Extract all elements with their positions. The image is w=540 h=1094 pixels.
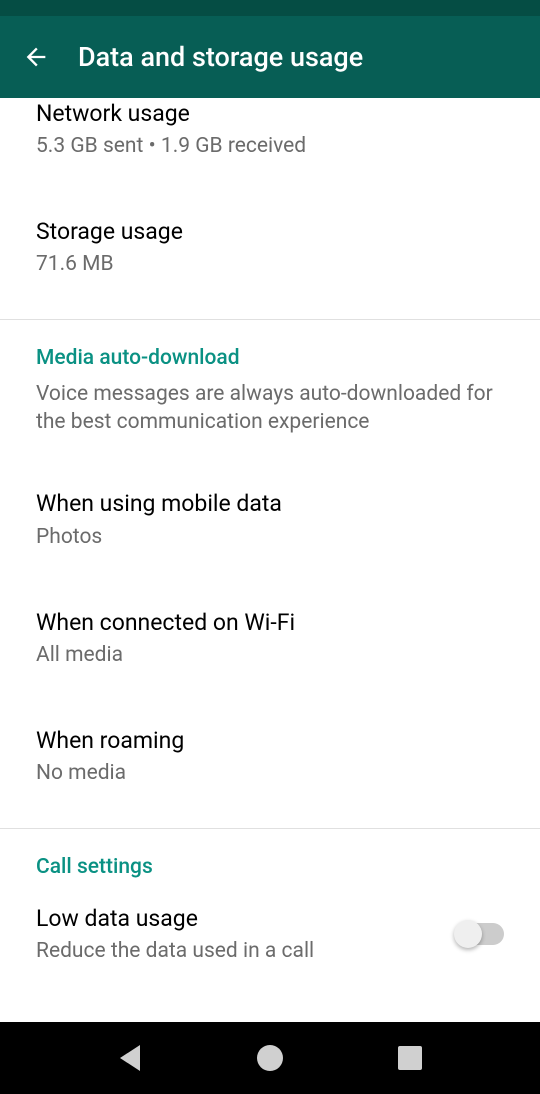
app-bar: Data and storage usage: [0, 16, 540, 98]
roaming-title: When roaming: [36, 725, 504, 756]
nav-back-button[interactable]: [115, 1043, 145, 1073]
navigation-bar: [0, 1022, 540, 1094]
media-section-description: Voice messages are always auto-downloade…: [0, 380, 540, 453]
roaming-item[interactable]: When roaming No media: [0, 711, 540, 801]
media-section-header: Media auto-download: [0, 320, 540, 380]
page-title: Data and storage usage: [78, 41, 363, 73]
arrow-left-icon: [22, 43, 50, 71]
nav-recent-button[interactable]: [395, 1043, 425, 1073]
status-bar: [0, 0, 540, 16]
square-icon: [398, 1046, 422, 1070]
content-scroll[interactable]: Network usage 5.3 GB sent • 1.9 GB recei…: [0, 98, 540, 1022]
low-data-title: Low data usage: [36, 903, 440, 934]
toggle-knob: [454, 920, 482, 948]
mobile-data-subtitle: Photos: [36, 523, 504, 551]
mobile-data-item[interactable]: When using mobile data Photos: [0, 474, 540, 564]
mobile-data-title: When using mobile data: [36, 488, 504, 519]
back-button[interactable]: [8, 29, 64, 85]
low-data-toggle[interactable]: [456, 923, 504, 945]
storage-usage-subtitle: 71.6 MB: [36, 250, 504, 278]
roaming-subtitle: No media: [36, 759, 504, 787]
call-section-header: Call settings: [0, 829, 540, 889]
network-usage-subtitle: 5.3 GB sent • 1.9 GB received: [36, 132, 504, 160]
circle-icon: [257, 1045, 283, 1071]
network-usage-item[interactable]: Network usage 5.3 GB sent • 1.9 GB recei…: [0, 98, 540, 174]
wifi-item[interactable]: When connected on Wi-Fi All media: [0, 593, 540, 683]
nav-home-button[interactable]: [255, 1043, 285, 1073]
low-data-usage-item[interactable]: Low data usage Reduce the data used in a…: [0, 889, 540, 979]
triangle-icon: [120, 1045, 140, 1071]
low-data-subtitle: Reduce the data used in a call: [36, 937, 440, 965]
wifi-subtitle: All media: [36, 641, 504, 669]
network-usage-title: Network usage: [36, 98, 504, 129]
wifi-title: When connected on Wi-Fi: [36, 607, 504, 638]
storage-usage-title: Storage usage: [36, 216, 504, 247]
storage-usage-item[interactable]: Storage usage 71.6 MB: [0, 202, 540, 292]
